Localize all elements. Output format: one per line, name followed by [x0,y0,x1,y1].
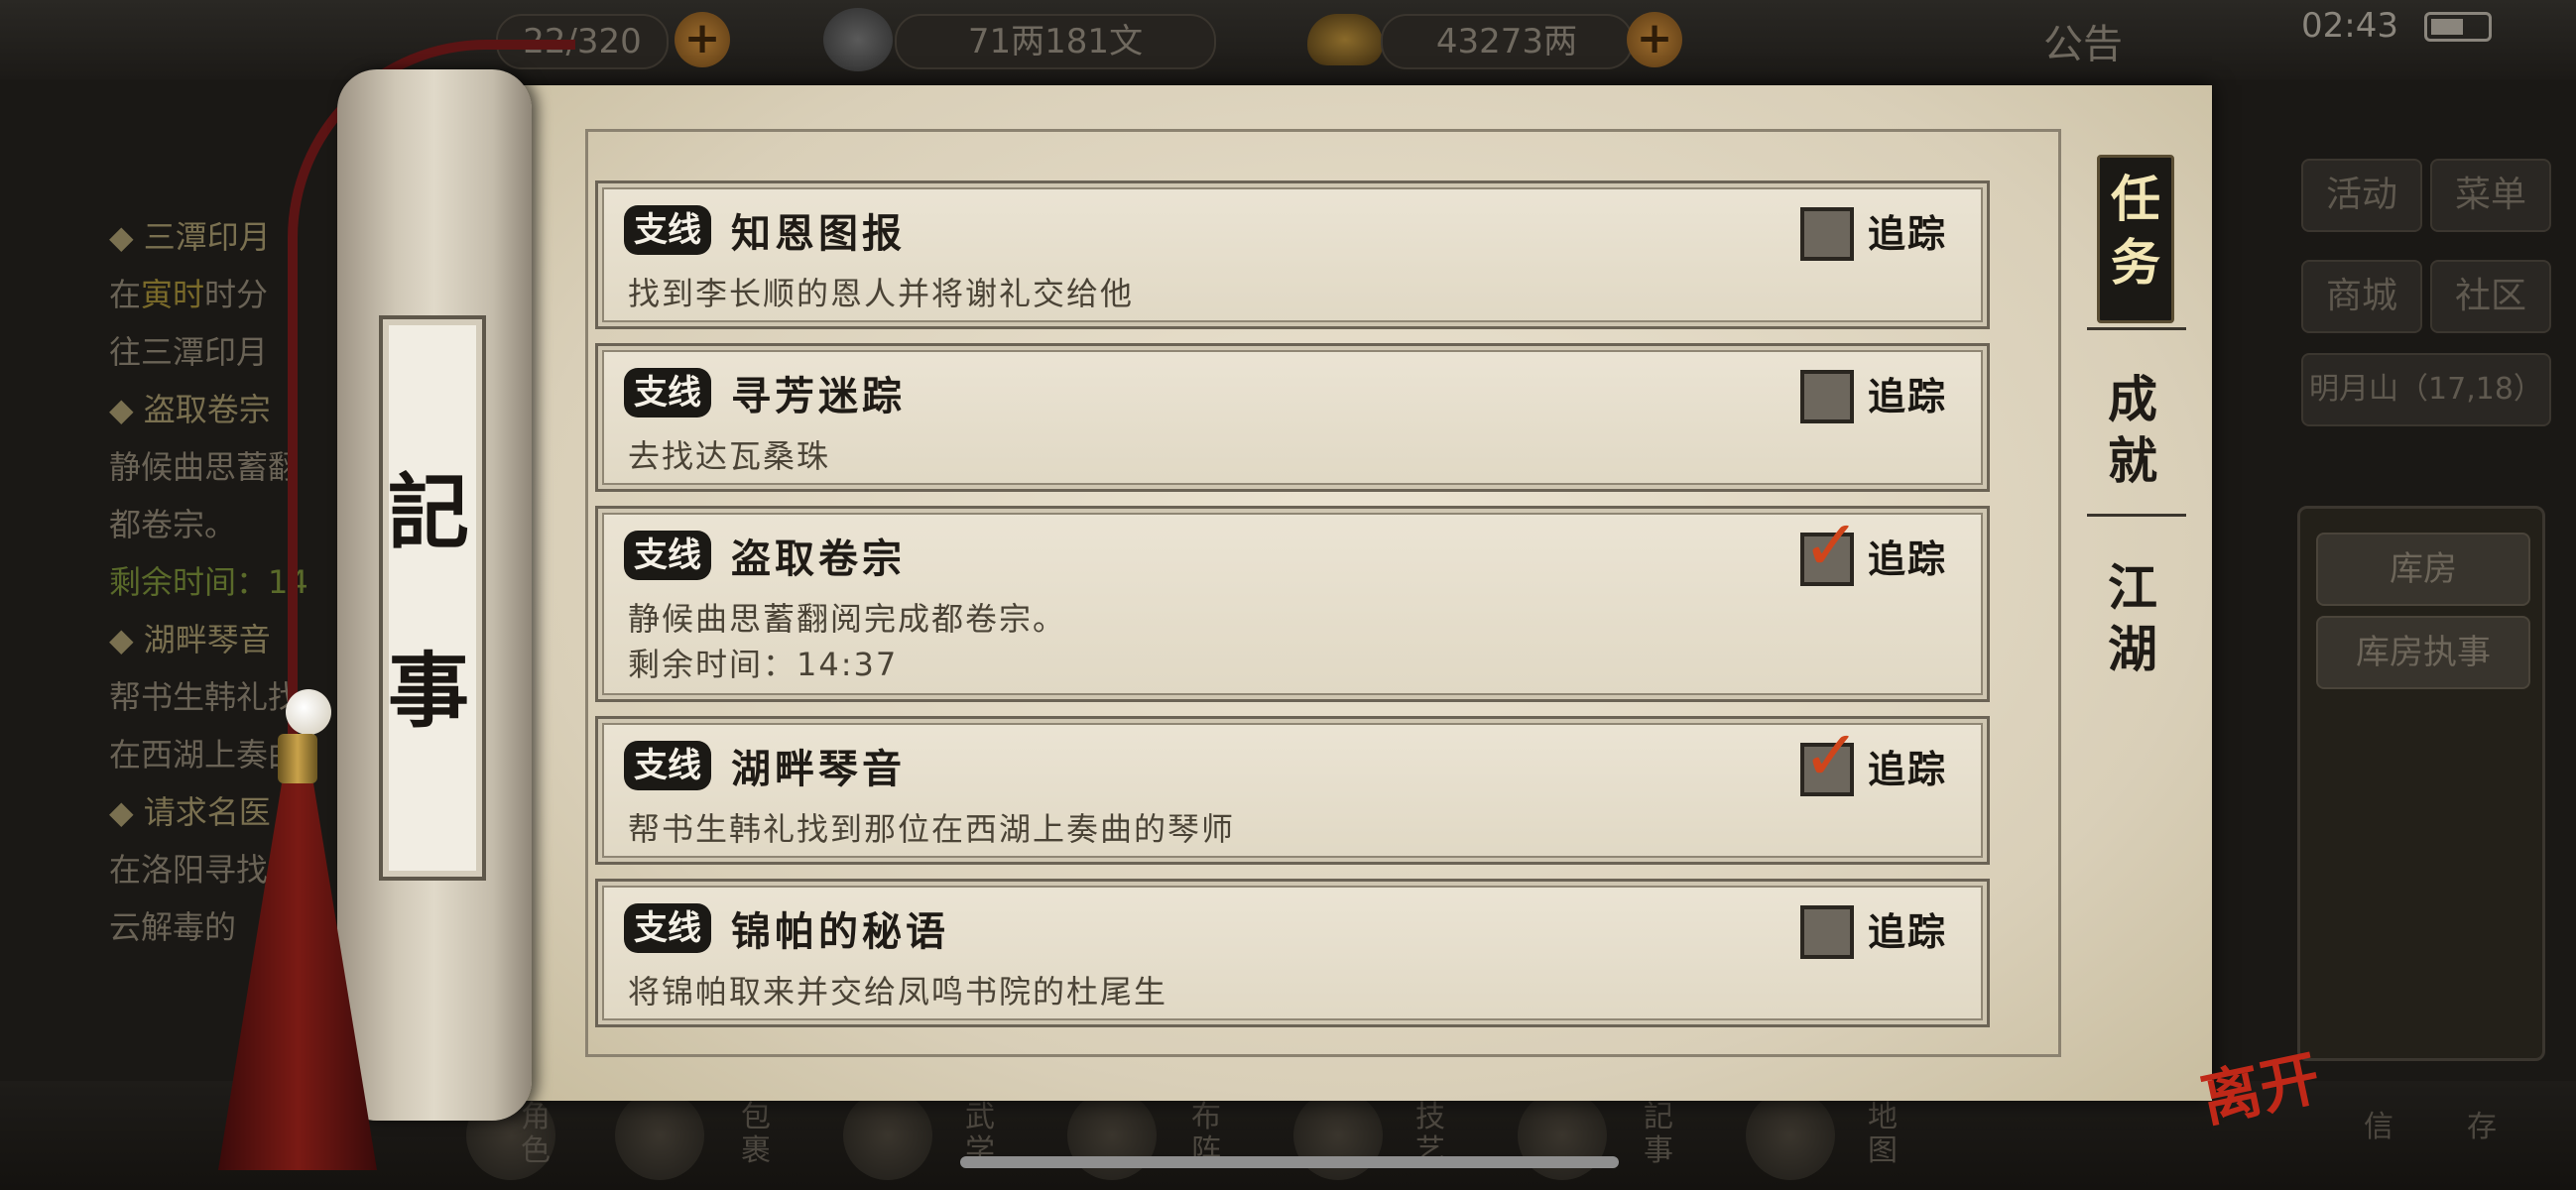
quest-description: 静候曲思蓄翻阅完成都卷宗。 剩余时间：14:37 [628,596,1066,687]
silver-coin-icon [823,8,893,71]
branch-badge: 支线 [624,205,711,255]
gold-display: 43273两 [1381,14,1633,69]
role-label: 角色 [521,1100,551,1168]
quest-timer: 剩余时间：14:37 [628,646,899,683]
map-label: 地图 [1868,1100,1898,1168]
warehouse-button[interactable]: 库房 [2316,533,2530,606]
quest-title: 锦帕的秘语 [731,908,949,955]
quest-title: 盗取卷宗 [731,536,906,582]
notice-button[interactable]: 公告 [2043,12,2123,69]
quest-card[interactable]: 支线 湖畔琴音 帮书生韩礼找到那位在西湖上奏曲的琴师 ✓ 追踪 [595,716,1990,865]
notes-label: 記事 [1644,1100,1673,1168]
checkmark-icon: ✓ [1802,715,1861,796]
building-panel: 库房 库房执事 [2297,506,2545,1061]
branch-badge: 支线 [624,903,711,953]
home-indicator [960,1156,1619,1168]
tab-jianghu[interactable]: 江湖 [2097,557,2168,680]
skill-icon[interactable] [843,1091,932,1180]
battery-icon [2424,12,2492,42]
community-button[interactable]: 社区 [2430,260,2551,333]
silver-display: 71两181文 [895,14,1216,69]
warehouse-keeper-button[interactable]: 库房执事 [2316,616,2530,689]
track-label[interactable]: 追踪 [1868,901,1947,956]
quest-card[interactable]: 支线 锦帕的秘语 将锦帕取来并交给凤鸣书院的杜尾生 追踪 [595,879,1990,1027]
quest-title: 湖畔琴音 [731,746,906,792]
quest-card[interactable]: 支线 寻芳迷踪 去找达瓦桑珠 追踪 [595,343,1990,492]
track-checkbox[interactable] [1800,370,1854,423]
menu-button[interactable]: 菜单 [2430,159,2551,232]
add-gold-button[interactable]: + [1627,12,1682,67]
tab-divider [2087,514,2186,517]
status-time: 02:43 [2301,6,2398,46]
quest-description-line: 静候曲思蓄翻阅完成都卷宗。 [628,600,1067,638]
quest-description: 找到李长顺的恩人并将谢礼交给他 [628,275,1135,312]
save-button[interactable]: 存 [2460,1111,2504,1144]
branch-badge: 支线 [624,531,711,580]
tab-task[interactable]: 任务 [2097,155,2174,323]
tassel-bead [286,689,331,735]
scroll-title-char-1: 記 [387,465,469,560]
checkmark-icon: ✓ [1802,505,1861,586]
map-icon[interactable] [1746,1091,1835,1180]
track-label[interactable]: 追踪 [1868,203,1947,258]
track-checkbox[interactable] [1800,207,1854,261]
quest-card[interactable]: 支线 知恩图报 找到李长顺的恩人并将谢礼交给他 追踪 [595,180,1990,329]
track-label[interactable]: 追踪 [1868,366,1947,420]
bag-icon[interactable] [615,1091,704,1180]
quest-description: 去找达瓦桑珠 [628,437,831,475]
activity-button[interactable]: 活动 [2301,159,2422,232]
branch-badge: 支线 [624,368,711,417]
location-display: 明月山（17,18） [2301,353,2551,426]
quest-card[interactable]: 支线 盗取卷宗 静候曲思蓄翻阅完成都卷宗。 剩余时间：14:37 ✓ 追踪 [595,506,1990,702]
quest-title: 寻芳迷踪 [731,373,906,419]
bag-label: 包裹 [741,1100,771,1168]
gold-ingot-icon [1307,14,1383,65]
quest-title: 知恩图报 [731,210,906,257]
quest-description: 帮书生韩礼找到那位在西湖上奏曲的琴师 [628,810,1236,848]
track-label[interactable]: 追踪 [1868,529,1947,583]
tab-divider [2087,327,2186,330]
tassel-cap [278,734,317,783]
quest-description: 将锦帕取来并交给凤鸣书院的杜尾生 [628,973,1168,1011]
scroll-title-char-2: 事 [387,644,469,739]
track-checkbox[interactable] [1800,905,1854,959]
mall-button[interactable]: 商城 [2301,260,2422,333]
track-label[interactable]: 追踪 [1868,739,1947,793]
add-capacity-button[interactable]: + [675,12,730,67]
tab-achievement[interactable]: 成就 [2097,369,2168,492]
mail-button[interactable]: 信 [2357,1111,2400,1144]
scroll-title-plate [379,315,486,881]
branch-badge: 支线 [624,741,711,790]
